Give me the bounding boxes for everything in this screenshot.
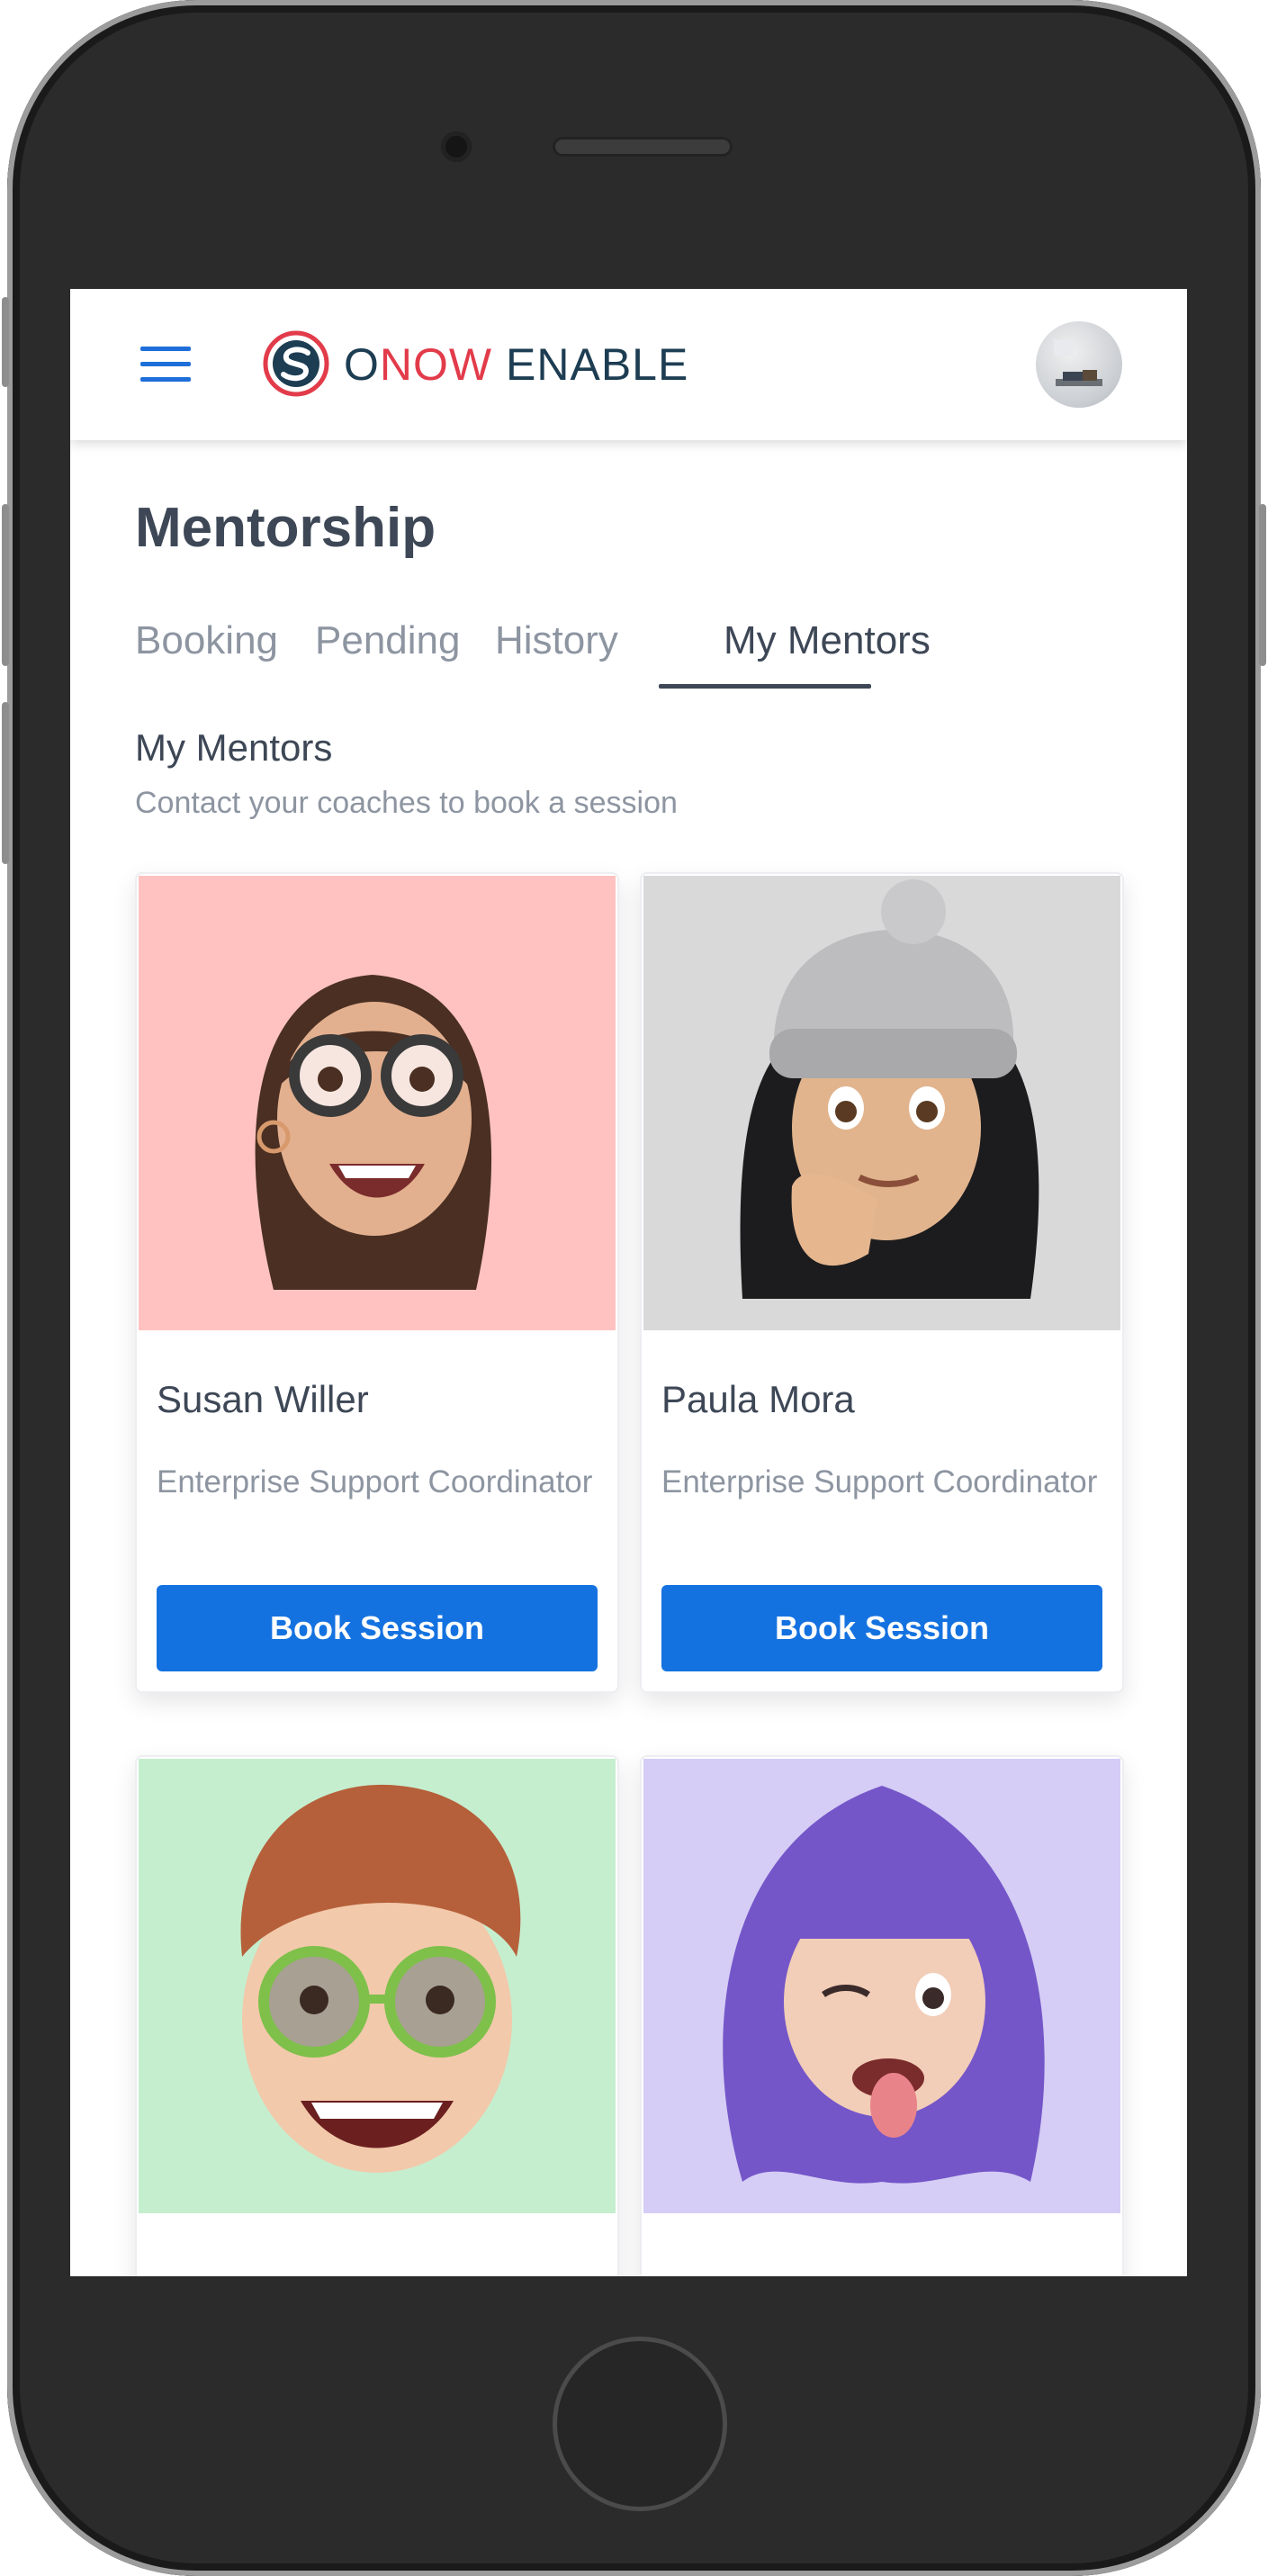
mentor-name: Paula Mora [661, 1378, 855, 1420]
mentor-card: Susan Willer Enterprise Support Coordina… [135, 872, 619, 1693]
tab-my-mentors[interactable]: My Mentors [724, 618, 931, 663]
section-title: My Mentors [135, 726, 333, 769]
mentor-memoji-image [139, 1759, 616, 2213]
app-header: ONOW ENABLE [70, 289, 1187, 440]
tab-pending[interactable]: Pending [315, 618, 460, 663]
mute-switch [2, 297, 9, 387]
mentor-memoji-image [139, 876, 616, 1330]
speaker-grille [553, 137, 733, 157]
mentor-card: Paula Mora Enterprise Support Coordinato… [640, 872, 1124, 1693]
camera-icon [441, 131, 472, 162]
volume-up-button [2, 504, 9, 666]
book-session-button[interactable]: Book Session [157, 1585, 598, 1671]
mentor-card [640, 1755, 1124, 2276]
page-title: Mentorship [135, 497, 436, 559]
onow-logo-icon [263, 330, 329, 397]
tab-booking[interactable]: Booking [135, 618, 278, 663]
home-button[interactable] [553, 2337, 727, 2511]
app-screen: ONOW ENABLE Mentorship Booking Pending H… [70, 289, 1187, 2276]
mentor-name: Susan Willer [157, 1378, 369, 1420]
power-button [1259, 504, 1266, 666]
mentor-memoji-image [643, 876, 1120, 1330]
hamburger-icon[interactable] [140, 347, 191, 383]
mentor-role: Enterprise Support Coordinator [661, 1464, 1098, 1500]
active-tab-indicator [659, 684, 871, 689]
section-subtitle: Contact your coaches to book a session [135, 786, 678, 820]
user-avatar[interactable] [1036, 321, 1122, 408]
volume-down-button [2, 702, 9, 864]
tab-history[interactable]: History [495, 618, 618, 663]
mentor-card [135, 1755, 619, 2276]
mentor-role: Enterprise Support Coordinator [157, 1464, 593, 1500]
mentor-memoji-image [643, 1759, 1120, 2213]
book-session-button[interactable]: Book Session [661, 1585, 1102, 1671]
brand-name: ONOW ENABLE [344, 339, 689, 390]
